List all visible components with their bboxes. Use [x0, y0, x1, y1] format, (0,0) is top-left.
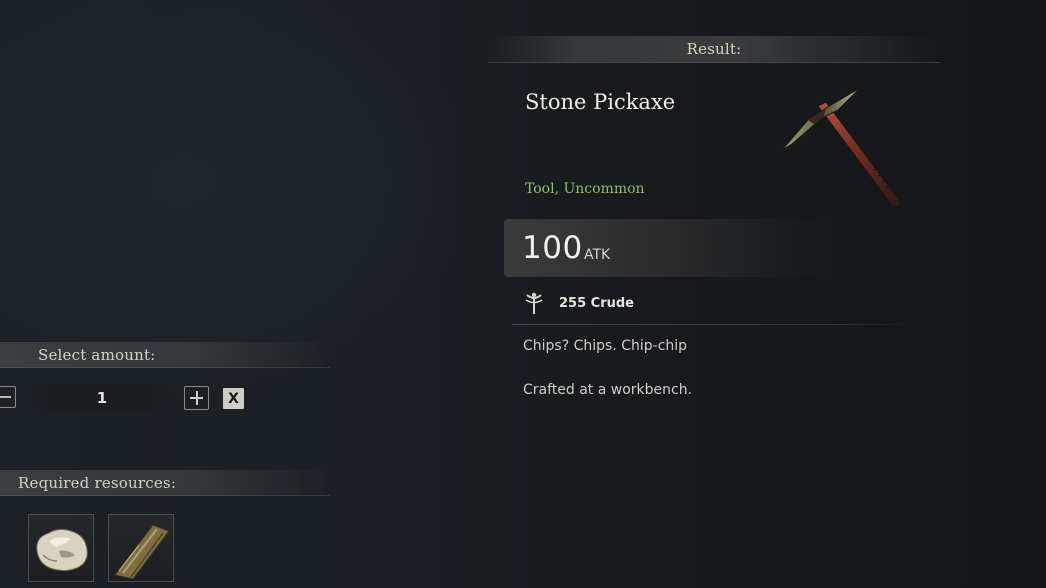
select-amount-header: Select amount: [0, 342, 330, 368]
stone-resource-icon [36, 528, 88, 572]
result-header-label: Result: [686, 40, 742, 58]
item-category: Tool, Uncommon [525, 181, 645, 197]
required-resources-header: Required resources: [0, 470, 330, 496]
amount-value[interactable]: 1 [28, 384, 176, 412]
stone-pickaxe-icon [781, 87, 903, 209]
item-name: Stone Pickaxe [525, 90, 676, 114]
increase-amount-button[interactable] [184, 386, 209, 410]
wood-resource-icon [114, 524, 170, 580]
decrease-amount-button[interactable] [0, 386, 16, 408]
crafting-note: Crafted at a workbench. [523, 382, 693, 398]
crude-tier-icon [525, 292, 543, 314]
left-panel-shade [0, 0, 470, 588]
item-description: Chips? Chips. Chip-chip [523, 338, 688, 354]
attack-unit: ATK [584, 247, 611, 263]
divider [512, 324, 916, 325]
required-resources-label: Required resources: [18, 473, 177, 492]
attack-value: 100 [522, 230, 583, 266]
select-amount-label: Select amount: [38, 345, 156, 364]
result-header: Result: [488, 36, 940, 63]
durability-stat: 255 Crude [559, 296, 634, 311]
clear-amount-button[interactable]: X [223, 388, 244, 409]
resource-slot-stone[interactable] [28, 514, 94, 582]
resource-slot-wood[interactable] [108, 514, 174, 582]
